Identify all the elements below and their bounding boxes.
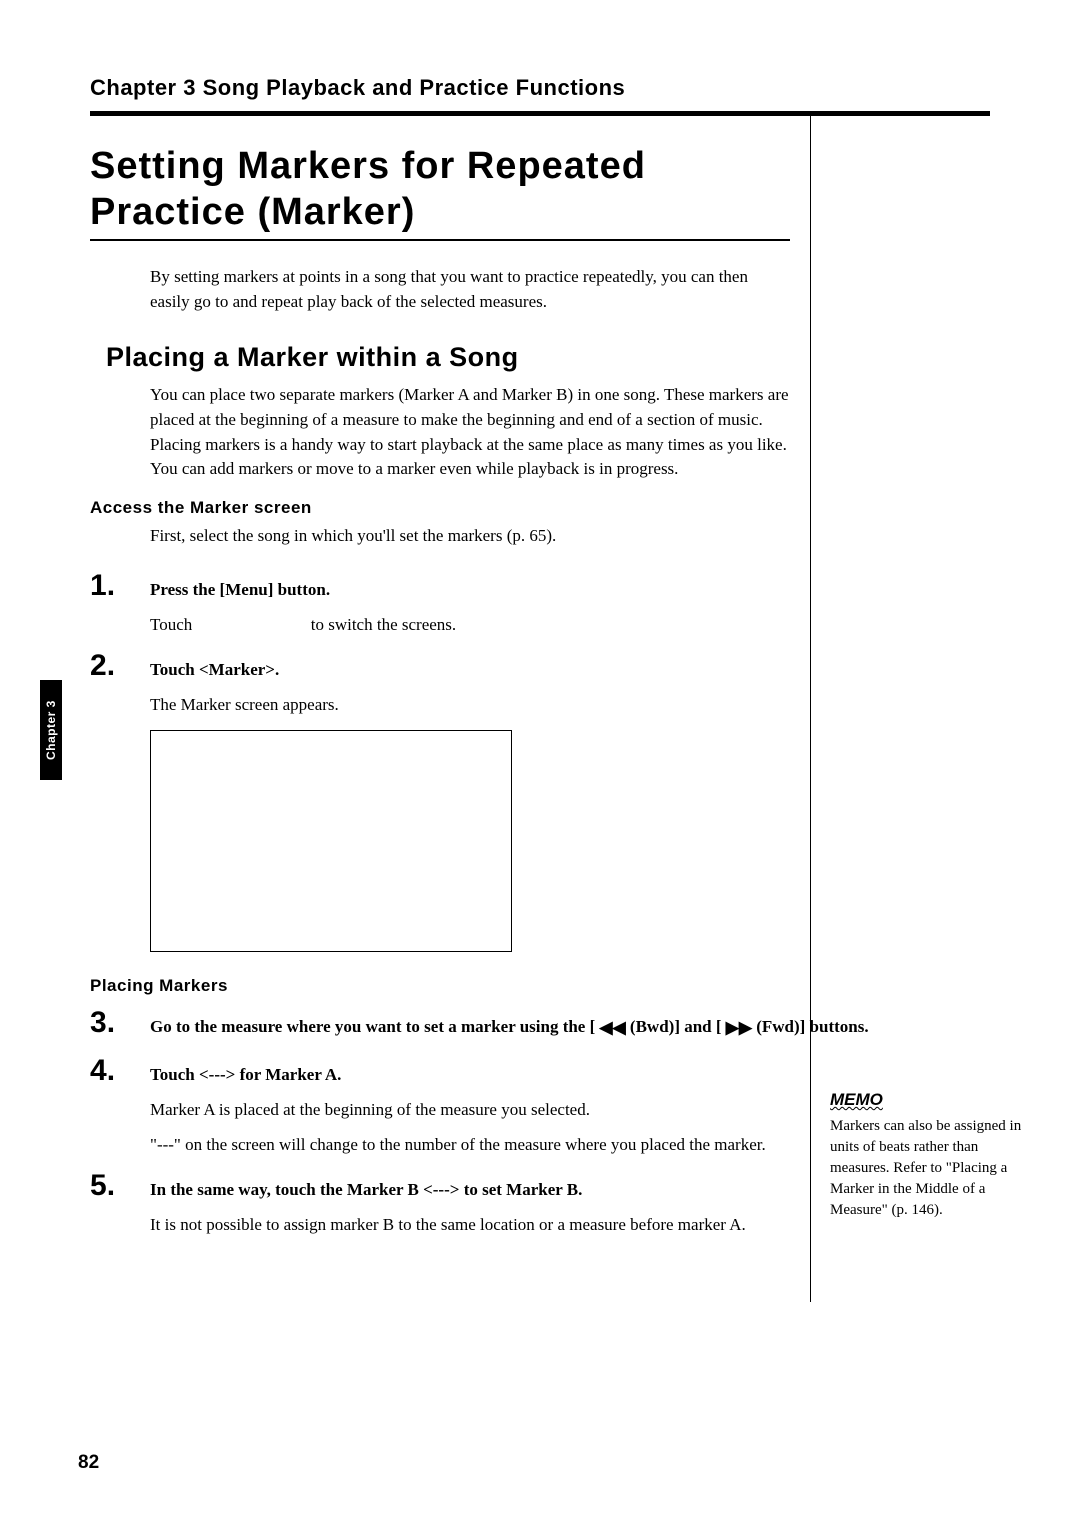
step-4-follow-2: "---" on the screen will change to the n… bbox=[150, 1133, 790, 1158]
step-1-follow-b: to switch the screens. bbox=[311, 615, 456, 634]
step-2-num: 2. bbox=[90, 649, 136, 683]
placing-markers-label: Placing Markers bbox=[90, 976, 990, 996]
step-5-follow: It is not possible to assign marker B to… bbox=[150, 1213, 790, 1238]
access-label: Access the Marker screen bbox=[90, 498, 990, 518]
step-4-num: 4. bbox=[90, 1054, 136, 1088]
step-2-text: Touch <Marker>. bbox=[136, 658, 990, 682]
subsection-heading: Placing a Marker within a Song bbox=[106, 342, 990, 373]
memo-block: MEMO Markers can also be assigned in uni… bbox=[830, 1088, 1030, 1221]
subsection-body: You can place two separate markers (Mark… bbox=[150, 383, 790, 482]
step-3: 3. Go to the measure where you want to s… bbox=[90, 1006, 990, 1040]
chapter-header: Chapter 3 Song Playback and Practice Fun… bbox=[90, 75, 990, 111]
chapter-header-text: Chapter 3 Song Playback and Practice Fun… bbox=[90, 75, 625, 100]
step-1-num: 1. bbox=[90, 569, 136, 603]
intro-paragraph: By setting markers at points in a song t… bbox=[150, 265, 780, 314]
step-1-text: Press the [Menu] button. bbox=[136, 578, 990, 602]
header-rule bbox=[90, 111, 990, 116]
page-number: 82 bbox=[78, 1452, 99, 1474]
forward-icon: ▶▶ bbox=[726, 1016, 752, 1040]
step-4-text: Touch <---> for Marker A. bbox=[136, 1063, 990, 1087]
memo-label: MEMO bbox=[830, 1088, 883, 1112]
step-2-follow: The Marker screen appears. bbox=[150, 693, 790, 718]
chapter-side-tab: Chapter 3 bbox=[40, 680, 62, 780]
page-title: Setting Markers for Repeated Practice (M… bbox=[90, 144, 790, 241]
step-5-num: 5. bbox=[90, 1169, 136, 1203]
step-4: 4. Touch <---> for Marker A. bbox=[90, 1054, 990, 1088]
step-1: 1. Press the [Menu] button. bbox=[90, 569, 990, 603]
step-4-follow-1: Marker A is placed at the beginning of t… bbox=[150, 1098, 790, 1123]
step-3-text: Go to the measure where you want to set … bbox=[136, 1015, 990, 1040]
step-3-num: 3. bbox=[90, 1006, 136, 1040]
step-1-follow-a: Touch bbox=[150, 615, 192, 634]
memo-body: Markers can also be assigned in units of… bbox=[830, 1118, 1021, 1218]
access-body: First, select the song in which you'll s… bbox=[150, 524, 790, 549]
step-2: 2. Touch <Marker>. bbox=[90, 649, 990, 683]
step-1-follow: Touch to switch the screens. bbox=[150, 613, 790, 638]
margin-rule bbox=[810, 112, 811, 1302]
marker-screen-placeholder bbox=[150, 730, 512, 952]
rewind-icon: ◀◀ bbox=[600, 1016, 626, 1040]
